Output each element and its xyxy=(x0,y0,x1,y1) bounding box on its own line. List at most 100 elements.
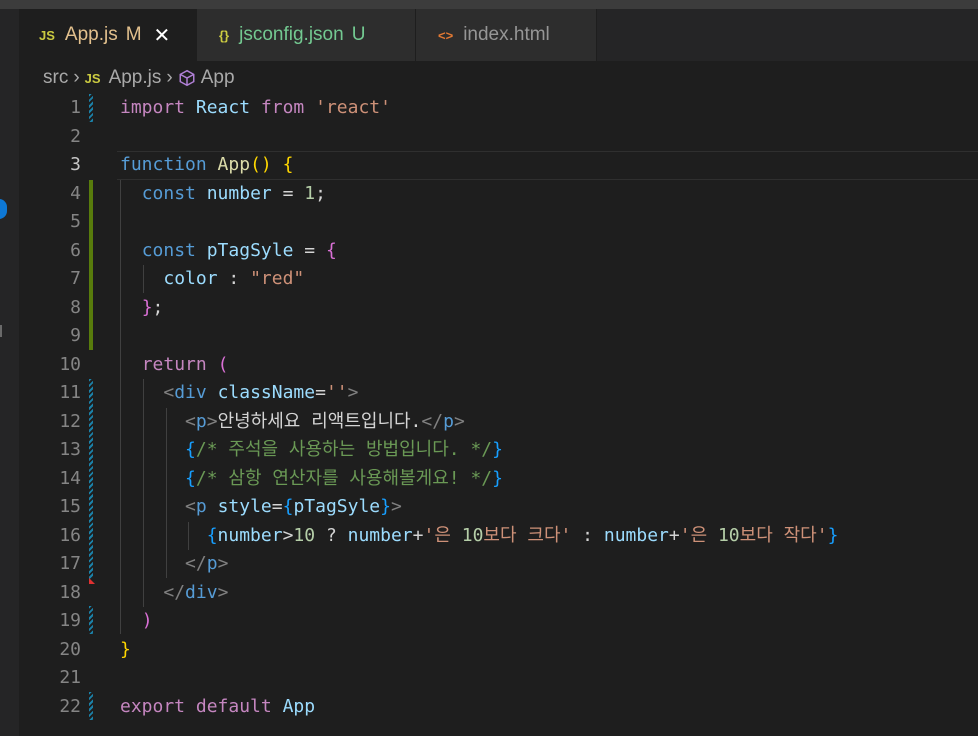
code-line[interactable]: 7 color : "red" xyxy=(19,265,978,294)
line-number[interactable]: 20 xyxy=(19,636,81,665)
code-token: = xyxy=(271,496,283,517)
code-token: { xyxy=(282,154,294,175)
code-text: </div> xyxy=(120,579,228,608)
tab-index-html[interactable]: <> index.html xyxy=(416,9,597,61)
code-text: return ( xyxy=(120,351,229,380)
code-token: < xyxy=(185,410,196,432)
code-token: function xyxy=(120,154,207,175)
code-token: > xyxy=(217,553,229,574)
line-number[interactable]: 18 xyxy=(19,579,81,608)
line-number[interactable]: 19 xyxy=(19,607,81,636)
tab-jsconfig-json[interactable]: {} jsconfig.json U xyxy=(197,9,416,61)
code-token: number xyxy=(217,524,283,546)
code-text: {number>10 ? number+'은 10보다 크다' : number… xyxy=(120,522,839,551)
code-line[interactable]: 20} xyxy=(19,636,978,665)
notification-badge[interactable] xyxy=(0,199,7,219)
line-number[interactable]: 7 xyxy=(19,265,81,294)
code-line[interactable]: 8 }; xyxy=(19,294,978,323)
code-token: > xyxy=(390,496,402,517)
code-text: } xyxy=(120,636,131,665)
line-number[interactable]: 5 xyxy=(19,208,81,237)
editor-tab-bar: JS App.js M ✕ {} jsconfig.json U <> inde… xyxy=(19,9,978,61)
code-line[interactable]: 9 xyxy=(19,322,978,351)
line-number[interactable]: 12 xyxy=(19,408,81,437)
line-number[interactable]: 17 xyxy=(19,550,81,579)
code-token: return xyxy=(141,353,207,375)
code-editor[interactable]: 1 import React from 'react' 2 3 function App… xyxy=(19,94,978,736)
code-line[interactable]: 3 function App() { xyxy=(19,151,978,180)
code-line[interactable]: 14 {/* 삼항 연산자를 사용해볼게요! */} xyxy=(19,465,978,494)
code-token: /* 삼항 연산자를 사용해볼게요! */ xyxy=(195,467,493,489)
code-token: 보다 작다' xyxy=(739,524,828,546)
code-token: </ xyxy=(185,553,207,574)
line-number[interactable]: 1 xyxy=(19,94,81,123)
code-line[interactable]: 18 </div> xyxy=(19,579,978,608)
line-number[interactable]: 3 xyxy=(19,151,81,180)
code-token: div xyxy=(174,382,207,403)
line-number[interactable]: 2 xyxy=(19,123,81,152)
tab-app-js[interactable]: JS App.js M ✕ xyxy=(19,9,197,61)
code-line[interactable]: 13 {/* 주석을 사용하는 방법입니다. */} xyxy=(19,436,978,465)
title-bar-strip xyxy=(0,0,978,9)
breadcrumb-file[interactable]: App.js xyxy=(109,67,162,89)
line-number[interactable]: 13 xyxy=(19,436,81,465)
code-line[interactable]: 1 import React from 'react' xyxy=(19,94,978,123)
code-line[interactable]: 15 <p style={pTagSyle}> xyxy=(19,493,978,522)
code-text: import React from 'react' xyxy=(120,94,391,123)
symbol-method-icon xyxy=(179,69,195,87)
line-number[interactable]: 11 xyxy=(19,379,81,408)
line-number[interactable]: 22 xyxy=(19,693,81,722)
code-token: pTagSyle xyxy=(206,239,294,261)
code-token: color xyxy=(163,268,218,289)
code-token: < xyxy=(163,382,175,403)
line-number[interactable]: 16 xyxy=(19,522,81,551)
code-line[interactable]: 17 </p> xyxy=(19,550,978,579)
breadcrumb-folder[interactable]: src xyxy=(43,67,68,89)
chevron-right-icon: › xyxy=(166,67,173,88)
code-token: default xyxy=(195,695,272,717)
code-token: const xyxy=(141,182,196,204)
code-text: {/* 삼항 연산자를 사용해볼게요! */} xyxy=(120,465,503,494)
line-number[interactable]: 21 xyxy=(19,664,81,693)
code-line[interactable]: 4 const number = 1; xyxy=(19,180,978,209)
code-token: < xyxy=(185,496,196,517)
code-line[interactable]: 2 xyxy=(19,123,978,152)
code-line[interactable]: 16 {number>10 ? number+'은 10보다 크다' : num… xyxy=(19,522,978,551)
code-token: } xyxy=(380,496,391,517)
code-line[interactable]: 19 ) xyxy=(19,607,978,636)
line-number[interactable]: 9 xyxy=(19,322,81,351)
line-number[interactable]: 4 xyxy=(19,180,81,209)
code-text: </p> xyxy=(120,550,228,579)
code-text: <p>안녕하세요 리액트입니다.</p> xyxy=(120,408,465,437)
code-line[interactable]: 12 <p>안녕하세요 리액트입니다.</p> xyxy=(19,408,978,437)
line-number[interactable]: 10 xyxy=(19,351,81,380)
close-icon[interactable]: ✕ xyxy=(154,23,171,48)
line-number[interactable]: 8 xyxy=(19,294,81,323)
code-line[interactable]: 21 xyxy=(19,664,978,693)
code-line[interactable]: 5 xyxy=(19,208,978,237)
line-number[interactable]: 14 xyxy=(19,465,81,494)
code-line[interactable]: 6 const pTagSyle = { xyxy=(19,237,978,266)
line-number[interactable]: 15 xyxy=(19,493,81,522)
code-line[interactable]: 10 return ( xyxy=(19,351,978,380)
code-token: /* 주석을 사용하는 방법입니다. */ xyxy=(195,439,493,460)
code-token: p xyxy=(206,553,218,574)
code-token: </ xyxy=(421,410,444,432)
breadcrumb: src › JS App.js › App xyxy=(43,64,235,92)
code-token: { xyxy=(185,467,196,489)
line-number[interactable]: 6 xyxy=(19,237,81,266)
breadcrumb-symbol[interactable]: App xyxy=(201,67,235,89)
code-line[interactable]: 22 export default App xyxy=(19,693,978,722)
code-token: > xyxy=(206,410,218,432)
code-token: { xyxy=(185,439,196,460)
code-token: = xyxy=(271,182,305,204)
code-line[interactable]: 11 <div className=''> xyxy=(19,379,978,408)
code-token: export xyxy=(120,695,186,717)
